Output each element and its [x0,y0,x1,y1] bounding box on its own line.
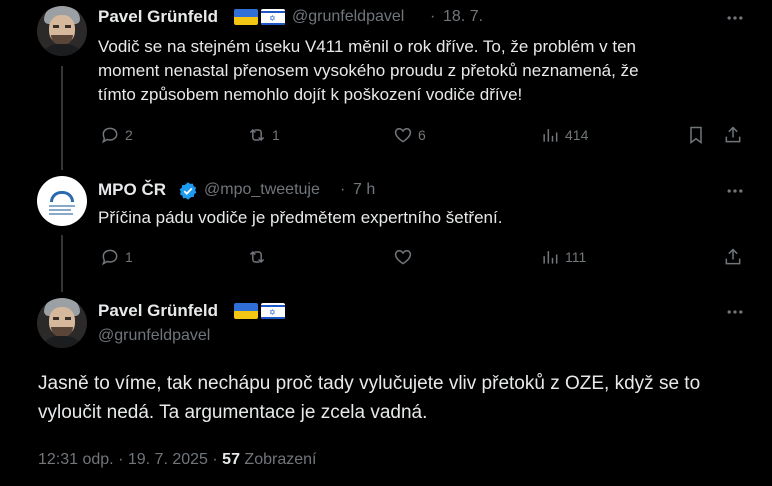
repost-count: 1 [272,127,280,143]
post-time[interactable]: 12:31 odp. [38,451,114,468]
more-icon[interactable] [725,302,745,322]
views-button[interactable]: 414 [540,125,588,145]
analytics-icon [543,251,558,264]
reply-icon [101,127,118,144]
heart-icon [394,249,412,265]
separator-dot: · [430,8,436,25]
tweet-meta: 12:31 odp. · 19. 7. 2025 · 57 Zobrazení [38,451,316,469]
views-button[interactable]: 111 [540,247,586,267]
reply-count: 1 [125,249,133,265]
author-handle[interactable]: @grunfeldpavel [98,327,210,345]
avatar[interactable] [37,176,87,226]
ukraine-flag-icon [234,9,258,25]
tweet-text: Příčina pádu vodiče je předmětem expertn… [98,208,503,227]
repost-icon [249,128,265,142]
verified-badge-icon [179,182,197,200]
share-button[interactable] [723,247,748,267]
avatar[interactable] [37,298,87,348]
like-button[interactable]: 6 [393,125,426,145]
separator-dot: · [118,451,124,468]
thread-line-1 [61,66,63,170]
like-count: 6 [418,127,426,143]
reply-button[interactable]: 2 [100,125,133,145]
repost-icon [249,250,265,264]
like-button[interactable] [393,247,418,267]
more-icon[interactable] [725,8,745,28]
reply-count: 2 [125,127,133,143]
israel-flag-icon: ✡ [261,303,285,319]
timestamp[interactable]: 18. 7. [443,8,483,26]
more-icon[interactable] [725,181,745,201]
tweet-text: Jasně to víme, tak nechápu proč tady vyl… [38,373,701,423]
separator-dot: · [340,181,346,198]
author-handle[interactable]: @mpo_tweetuje [204,181,320,199]
author-handle[interactable]: @grunfeldpavel [292,8,404,26]
analytics-icon [543,129,558,142]
tweet-text: Vodič se na stejném úseku V411 měnil o r… [98,37,639,104]
heart-icon [394,127,412,143]
israel-flag-icon: ✡ [261,9,285,25]
repost-button[interactable] [247,247,272,267]
author-name[interactable]: Pavel Grünfeld [98,301,218,321]
separator-dot: · [212,451,218,468]
view-count: 111 [565,249,587,265]
repost-button[interactable]: 1 [247,125,280,145]
reply-button[interactable]: 1 [100,247,133,267]
post-date[interactable]: 19. 7. 2025 [128,451,208,468]
author-name[interactable]: MPO ČR [98,180,166,200]
views-count: 57 [222,451,240,468]
avatar[interactable] [37,6,87,56]
share-icon [725,126,741,143]
views-label: Zobrazení [244,451,317,468]
author-name[interactable]: Pavel Grünfeld [98,7,218,27]
view-count: 414 [565,127,589,143]
timestamp[interactable]: 7 h [353,181,375,199]
reply-icon [101,249,118,266]
thread-line-2 [61,235,63,292]
bookmark-icon [690,126,702,144]
bookmark-button[interactable] [686,125,711,145]
ukraine-flag-icon [234,303,258,319]
share-icon [725,248,741,265]
share-button[interactable] [723,125,748,145]
